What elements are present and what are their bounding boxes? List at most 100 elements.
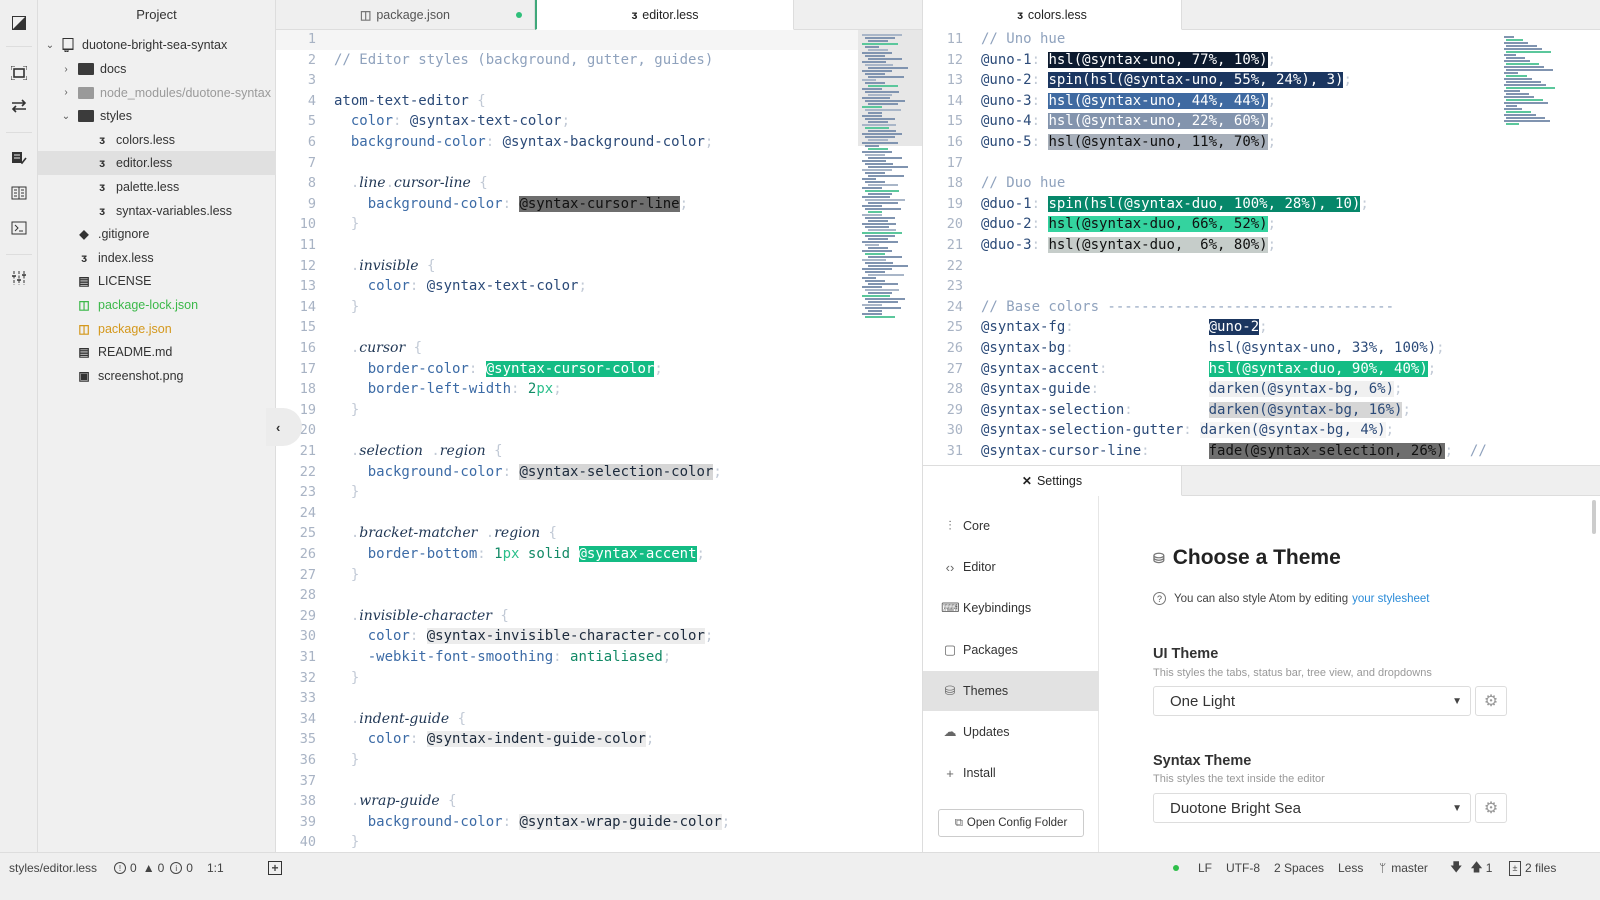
settings-nav-packages[interactable]: ▢ Packages	[923, 630, 1099, 670]
code-line[interactable]: 11 // Uno hue	[923, 30, 1500, 50]
tab-settings[interactable]: ✕ Settings	[923, 466, 1182, 496]
tab-package-json[interactable]: ◫ package.json	[276, 0, 535, 30]
terminal-icon[interactable]	[9, 218, 29, 238]
tree-item-license[interactable]: ▤ LICENSE	[38, 269, 276, 293]
code-line[interactable]: 28 @syntax-guide: darken(@syntax-bg, 6%);	[923, 379, 1500, 400]
code-line[interactable]: 38 .wrap-guide {	[276, 791, 858, 812]
syntax-theme-settings-button[interactable]: ⚙	[1475, 793, 1507, 823]
your-stylesheet-link[interactable]: your stylesheet	[1352, 593, 1429, 605]
tree-root[interactable]: ⌄ duotone-bright-sea-syntax	[38, 33, 276, 57]
code-line[interactable]: 15	[276, 317, 858, 338]
git-branch[interactable]: ᛘ master	[1379, 853, 1428, 883]
cursor-position[interactable]: 1:1	[207, 853, 224, 883]
code-line[interactable]: 1	[276, 30, 858, 50]
tree-item-editor-less[interactable]: ᴣ editor.less	[38, 151, 276, 176]
code-line[interactable]: 14 @uno-3: hsl(@syntax-uno, 44%, 44%);	[923, 91, 1500, 112]
linter-status[interactable]: ! 0 ▲ 0 i 0	[114, 853, 193, 883]
changed-files[interactable]: ± 2 files	[1509, 853, 1556, 883]
tree-item-styles[interactable]: ⌄ styles	[38, 104, 276, 128]
status-file-path[interactable]: styles/editor.less	[9, 853, 97, 883]
code-line[interactable]: 10 }	[276, 214, 858, 235]
tree-item-screenshot-png[interactable]: ▣ screenshot.png	[38, 364, 276, 388]
code-line[interactable]: 4 atom-text-editor {	[276, 91, 858, 112]
todo-icon[interactable]	[9, 148, 29, 168]
code-line[interactable]: 33	[276, 688, 858, 709]
code-line[interactable]: 23 }	[276, 482, 858, 503]
settings-nav-themes[interactable]: ⛁ Themes	[923, 670, 1099, 711]
code-line[interactable]: 30 @syntax-selection-gutter: darken(@synt…	[923, 420, 1500, 441]
code-line[interactable]: 12 .invisible {	[276, 256, 858, 277]
tree-item-docs[interactable]: › docs	[38, 57, 276, 81]
indentation[interactable]: 2 Spaces	[1274, 853, 1324, 883]
code-line[interactable]: 12 @uno-1: hsl(@syntax-uno, 77%, 10%);	[923, 50, 1500, 71]
open-config-folder-button[interactable]: ⧉ Open Config Folder	[938, 809, 1084, 837]
tree-item-readme-md[interactable]: ▤ README.md	[38, 340, 276, 364]
settings-nav-keybindings[interactable]: ⌨ Keybindings	[923, 588, 1099, 628]
code-line[interactable]: 23	[923, 276, 1500, 297]
code-line[interactable]: 34 .indent-guide {	[276, 709, 858, 730]
code-line[interactable]: 21 .selection .region {	[276, 441, 858, 462]
git-push-pull[interactable]: 🡇 🡅 1	[1450, 853, 1492, 883]
tree-item-syntax-variables-less[interactable]: ᴣ syntax-variables.less	[38, 199, 276, 223]
code-line[interactable]: 32 }	[276, 668, 858, 689]
code-line[interactable]: 28	[276, 585, 858, 606]
code-line[interactable]: 27 @syntax-accent: hsl(@syntax-duo, 90%, …	[923, 359, 1500, 380]
code-line[interactable]: 3	[276, 70, 858, 91]
tab-editor-less[interactable]: ᴣ editor.less	[535, 0, 794, 30]
tab-colors-less[interactable]: ᴣ colors.less	[923, 0, 1182, 30]
code-line[interactable]: 17	[923, 153, 1500, 174]
settings-scrollbar[interactable]	[1592, 500, 1596, 534]
editor-left[interactable]: 1 2// Editor styles (background, gutter, …	[276, 30, 922, 852]
editor-right[interactable]: 11 // Uno hue 12 @uno-1: hsl(@syntax-uno, 7…	[922, 30, 1600, 466]
code-line[interactable]: 27 }	[276, 565, 858, 586]
settings-nav-core[interactable]: ⫶ Core	[923, 506, 1099, 546]
code-line[interactable]: 20	[276, 420, 858, 441]
code-line[interactable]: 13 @uno-2: spin(hsl(@syntax-uno, 55%, 24%…	[923, 70, 1500, 91]
code-line[interactable]: 26 @syntax-bg: hsl(@syntax-uno, 33%, 100%…	[923, 338, 1500, 359]
code-line[interactable]: 31 -webkit-font-smoothing: antialiased;	[276, 647, 858, 668]
code-line[interactable]: 25 .bracket-matcher .region {	[276, 523, 858, 544]
code-line[interactable]: 29 .invisible-character {	[276, 606, 858, 627]
minimap-right[interactable]	[1500, 30, 1600, 465]
code-line[interactable]: 29 @syntax-selection: darken(@syntax-bg, …	[923, 400, 1500, 421]
book-icon[interactable]	[9, 183, 29, 203]
code-line[interactable]: 13 color: @syntax-text-color;	[276, 276, 858, 297]
code-line[interactable]: 24	[276, 503, 858, 524]
code-line[interactable]: 19 }	[276, 400, 858, 421]
code-line[interactable]: 18 border-left-width: 2px;	[276, 379, 858, 400]
settings-nav-install[interactable]: + Install	[923, 753, 1099, 793]
tree-item-package-json[interactable]: ◫ package.json	[38, 317, 276, 341]
swap-icon[interactable]	[9, 96, 29, 116]
tree-item-index-less[interactable]: ᴣ index.less	[38, 246, 276, 270]
code-line[interactable]: 16 @uno-5: hsl(@syntax-uno, 11%, 70%);	[923, 132, 1500, 153]
code-line[interactable]: 8 .line.cursor-line {	[276, 173, 858, 194]
editor-toggle-icon[interactable]	[9, 13, 29, 33]
tree-item-palette-less[interactable]: ᴣ palette.less	[38, 175, 276, 199]
fullscreen-icon[interactable]	[9, 63, 29, 83]
line-ending[interactable]: LF	[1198, 853, 1212, 883]
code-line[interactable]: 22 background-color: @syntax-selection-c…	[276, 462, 858, 483]
code-line[interactable]: 2 // Editor styles (background, gutter, g…	[276, 50, 858, 71]
code-line[interactable]: 17 border-color: @syntax-cursor-color;	[276, 359, 858, 380]
code-line[interactable]: 36 }	[276, 750, 858, 771]
code-line[interactable]: 5 color: @syntax-text-color;	[276, 111, 858, 132]
sliders-icon[interactable]	[9, 268, 29, 288]
code-line[interactable]: 19 @duo-1: spin(hsl(@syntax-duo, 100%, 28…	[923, 194, 1500, 215]
code-line[interactable]: 11	[276, 235, 858, 256]
code-line[interactable]: 31 @syntax-cursor-line: fade(@syntax-sele…	[923, 441, 1500, 462]
code-line[interactable]: 24 // Base colors -----------------------…	[923, 297, 1500, 318]
code-line[interactable]: 35 color: @syntax-indent-guide-color;	[276, 729, 858, 750]
code-line[interactable]: 18 // Duo hue	[923, 173, 1500, 194]
code-line[interactable]: 37	[276, 771, 858, 792]
code-line[interactable]: 15 @uno-4: hsl(@syntax-uno, 22%, 60%);	[923, 111, 1500, 132]
syntax-theme-select[interactable]: Duotone Bright Sea ▼	[1153, 793, 1471, 823]
tree-item-node-modules-duotone-syntax[interactable]: › node_modules/duotone-syntax	[38, 81, 276, 105]
code-line[interactable]: 25 @syntax-fg: @uno-2;	[923, 317, 1500, 338]
ui-theme-select[interactable]: One Light ▼	[1153, 686, 1471, 716]
code-line[interactable]: 14 }	[276, 297, 858, 318]
code-line[interactable]: 26 border-bottom: 1px solid @syntax-acce…	[276, 544, 858, 565]
code-line[interactable]: 22	[923, 256, 1500, 277]
code-line[interactable]: 39 background-color: @syntax-wrap-guide-…	[276, 812, 858, 833]
code-line[interactable]: 7	[276, 153, 858, 174]
ui-theme-settings-button[interactable]: ⚙	[1475, 686, 1507, 716]
